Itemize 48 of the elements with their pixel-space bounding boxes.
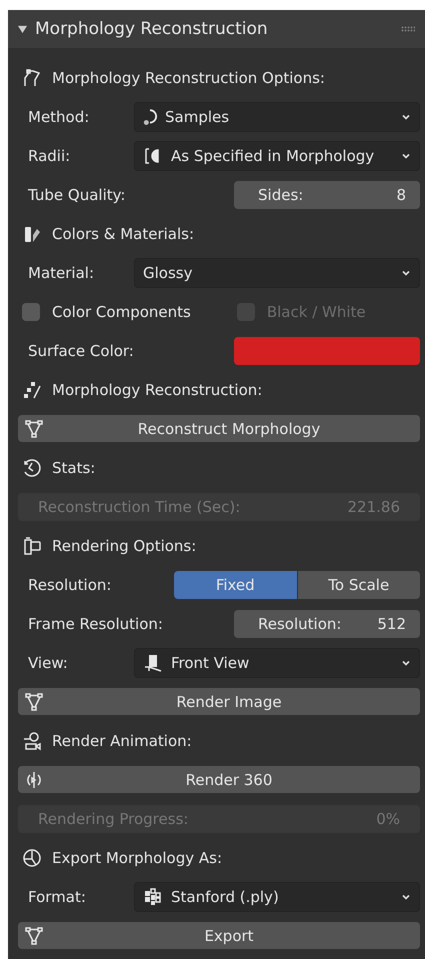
section-title: Export Morphology As: bbox=[52, 848, 222, 866]
toggle-option[interactable]: To Scale bbox=[298, 570, 420, 598]
number-field[interactable]: Resolution: 512 bbox=[234, 610, 420, 638]
color-swatch[interactable] bbox=[234, 336, 420, 364]
mesh-icon bbox=[24, 692, 44, 712]
rotate-icon bbox=[24, 770, 44, 790]
video-camera-icon bbox=[22, 730, 42, 750]
section-title: Rendering Options: bbox=[52, 536, 196, 554]
action-button[interactable]: Render 360 bbox=[18, 766, 420, 793]
front-view-icon bbox=[143, 652, 163, 672]
section-title: Colors & Materials: bbox=[52, 224, 194, 242]
readout-field: Rendering Progress: 0% bbox=[18, 804, 420, 832]
dropdown[interactable]: Stanford (.ply) bbox=[134, 882, 420, 912]
section-title: Morphology Reconstruction: bbox=[52, 380, 262, 398]
dot-arc-icon bbox=[143, 108, 157, 124]
grid-icon bbox=[143, 886, 163, 906]
field-label: View: bbox=[27, 654, 69, 672]
field-label: Method: bbox=[27, 108, 90, 126]
field-label: Format: bbox=[27, 888, 87, 906]
number-field[interactable]: Sides: 8 bbox=[234, 180, 420, 208]
mesh-icon bbox=[24, 926, 44, 946]
action-button[interactable]: Render Image bbox=[18, 688, 420, 715]
field-label: Tube Quality: bbox=[27, 186, 126, 204]
readout-field: Reconstruction Time (Sec): 221.86 bbox=[18, 492, 420, 520]
dropdown[interactable]: Samples bbox=[134, 102, 420, 132]
panel-title: Morphology Reconstruction bbox=[35, 19, 269, 39]
section-title: Stats: bbox=[52, 458, 96, 476]
section-title: Render Animation: bbox=[52, 732, 192, 750]
curve-icon bbox=[22, 68, 42, 88]
clock-icon bbox=[22, 458, 42, 478]
blocks-icon bbox=[22, 380, 42, 400]
field-label: Material: bbox=[27, 264, 95, 282]
field-label: Frame Resolution: bbox=[27, 614, 164, 632]
panel-header[interactable]: Morphology Reconstruction bbox=[8, 10, 425, 48]
toggle-option[interactable]: Fixed bbox=[174, 570, 296, 598]
action-button[interactable]: Export bbox=[18, 922, 420, 949]
dropdown[interactable]: As Specified in Morphology bbox=[134, 140, 420, 170]
section-title: Morphology Reconstruction Options: bbox=[52, 68, 325, 86]
checkbox[interactable]: Color Components bbox=[18, 302, 197, 322]
field-label: Surface Color: bbox=[27, 342, 135, 360]
action-button[interactable]: Reconstruct Morphology bbox=[18, 415, 420, 442]
dropdown[interactable]: Glossy bbox=[134, 258, 420, 288]
field-label: Radii: bbox=[27, 146, 72, 164]
mesh-icon bbox=[24, 418, 44, 438]
disclosure-triangle[interactable] bbox=[18, 24, 27, 34]
field-label: Resolution: bbox=[27, 576, 112, 594]
dropdown[interactable]: Front View bbox=[134, 648, 420, 678]
drag-handle-icon[interactable] bbox=[401, 26, 415, 32]
